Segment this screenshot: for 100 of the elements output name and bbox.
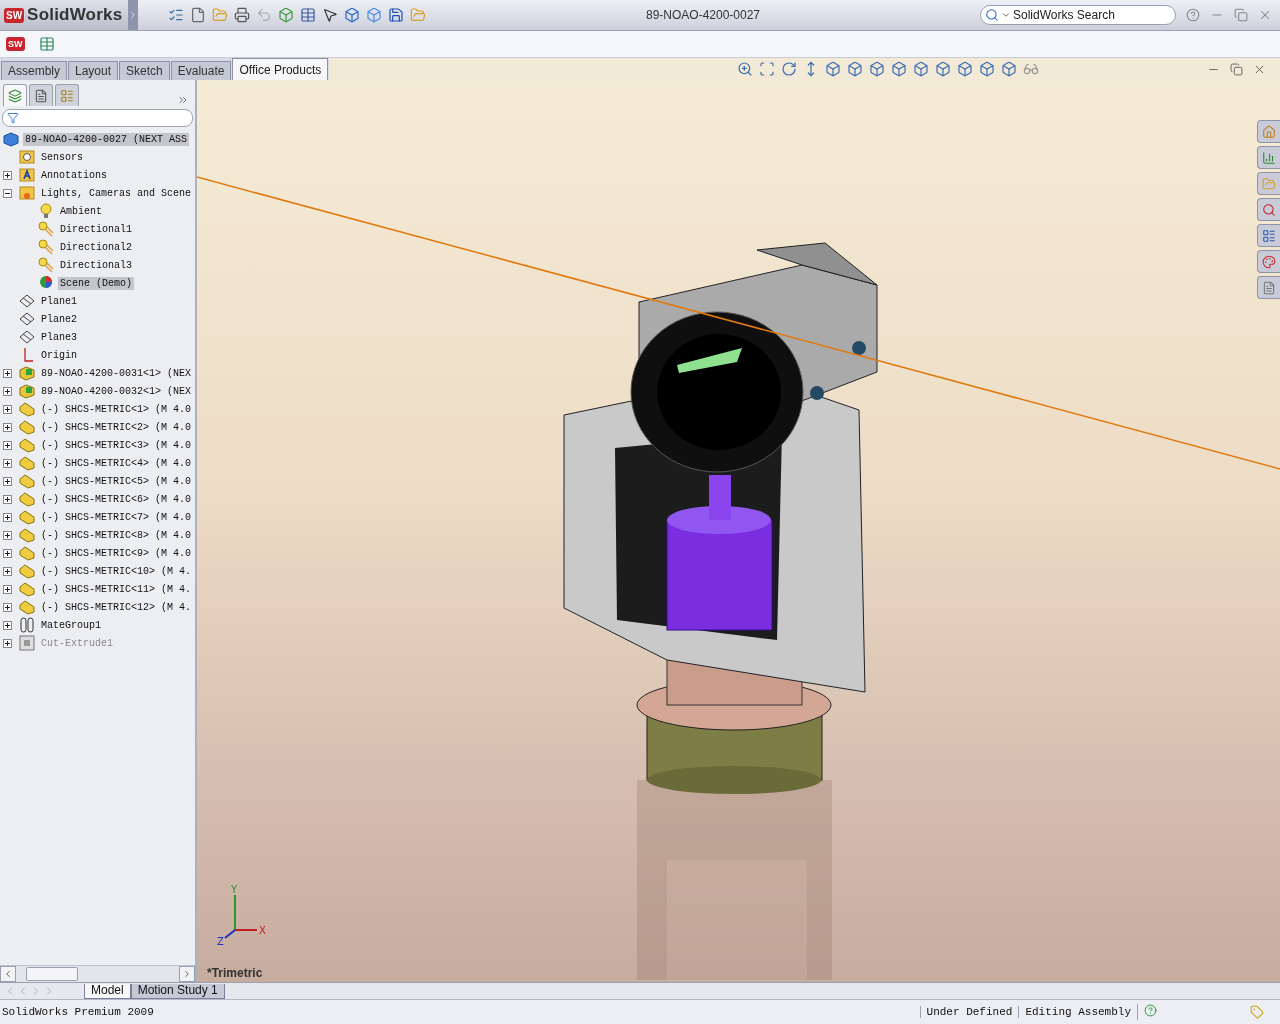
tree-item-label[interactable]: 89-NOAO-4200-0032<1> (NEX [39, 384, 194, 398]
cube-icon[interactable] [891, 61, 908, 77]
tree-item-label[interactable]: Directional1 [58, 222, 134, 236]
options-icon[interactable] [168, 7, 184, 23]
task-pane-tab[interactable] [1257, 250, 1280, 273]
tree-item-label[interactable]: Plane3 [39, 330, 79, 344]
tree-item-label[interactable]: Plane1 [39, 294, 79, 308]
task-pane-tab[interactable] [1257, 198, 1280, 221]
tree-item-label[interactable]: 89-NOAO-4200-0027 (NEXT ASS [23, 132, 190, 146]
tree-item-label[interactable]: (-) SHCS-METRIC<11> (M 4. [39, 582, 194, 596]
save-icon[interactable] [388, 7, 404, 23]
filter-field[interactable] [2, 109, 193, 127]
tree-item-label[interactable]: (-) SHCS-METRIC<3> (M 4.0 [39, 438, 194, 452]
expand-toggle[interactable] [3, 422, 12, 432]
tree-item-label[interactable]: Origin [39, 348, 79, 362]
command-tab[interactable]: Assembly [1, 61, 67, 80]
tree-item-label[interactable]: (-) SHCS-METRIC<5> (M 4.0 [39, 474, 194, 488]
tree-item-label[interactable]: Ambient [58, 204, 104, 218]
tree-item-label[interactable]: MateGroup1 [39, 618, 103, 632]
home-icon[interactable] [1262, 124, 1276, 139]
shaded-cube-icon[interactable] [344, 7, 360, 23]
expand-toggle[interactable] [3, 188, 12, 198]
tree-item-label[interactable]: (-) SHCS-METRIC<1> (M 4.0 [39, 402, 194, 416]
palette-icon[interactable] [1262, 254, 1276, 269]
expand-toggle[interactable] [3, 368, 12, 378]
panel-tab[interactable] [29, 84, 53, 106]
expand-toggle[interactable] [3, 620, 12, 630]
cube-icon[interactable] [869, 61, 886, 77]
caret-icon[interactable] [1001, 10, 1011, 20]
configuration-icon[interactable] [60, 88, 74, 103]
restore-icon[interactable] [1230, 62, 1243, 76]
panel-tab[interactable] [55, 84, 79, 106]
new-file-icon[interactable] [190, 7, 206, 23]
expand-toggle[interactable] [3, 566, 12, 576]
expand-panel-icon[interactable] [177, 94, 189, 106]
tree-item-label[interactable]: Sensors [39, 150, 85, 164]
filter-icon[interactable] [7, 112, 19, 124]
search-icon[interactable] [985, 8, 999, 22]
close-icon[interactable] [1258, 8, 1272, 22]
search-icon[interactable] [1262, 202, 1276, 217]
expand-toggle[interactable] [3, 584, 12, 594]
expand-toggle[interactable] [3, 476, 12, 486]
expand-toggle[interactable] [3, 530, 12, 540]
tree-item-label[interactable]: Annotations [39, 168, 109, 182]
expand-toggle[interactable] [3, 440, 12, 450]
tree-item-label[interactable]: (-) SHCS-METRIC<12> (M 4. [39, 600, 194, 614]
command-tab[interactable]: Layout [68, 61, 119, 80]
cube-icon[interactable] [913, 61, 930, 77]
feature-tree-icon[interactable] [8, 88, 22, 103]
tree-item-label[interactable]: (-) SHCS-METRIC<4> (M 4.0 [39, 456, 194, 470]
table-icon[interactable] [300, 7, 316, 23]
bar-chart-icon[interactable] [1262, 150, 1276, 165]
cube-icon[interactable] [847, 61, 864, 77]
properties-icon[interactable] [34, 88, 48, 103]
rotate-icon[interactable] [781, 61, 798, 77]
print-icon[interactable] [234, 7, 250, 23]
cube-icon[interactable] [825, 61, 842, 77]
tag-icon[interactable] [1250, 1005, 1264, 1019]
graphics-viewport[interactable]: Y X Z *Trimetric [197, 80, 1280, 982]
expand-toggle[interactable] [3, 494, 12, 504]
tree-item-label[interactable]: Scene (Demo) [58, 276, 134, 290]
expand-toggle[interactable] [3, 170, 12, 180]
select-icon[interactable] [322, 7, 338, 23]
search-field[interactable]: SolidWorks Search [980, 5, 1176, 25]
tree-item-label[interactable]: (-) SHCS-METRIC<7> (M 4.0 [39, 510, 194, 524]
tree-item-label[interactable]: Lights, Cameras and Scene [39, 186, 194, 200]
expand-toggle[interactable] [3, 638, 12, 648]
expand-toggle[interactable] [3, 602, 12, 612]
table-icon[interactable] [38, 36, 55, 52]
scrollbar-thumb[interactable] [26, 967, 78, 981]
menu-button[interactable]: SW [6, 37, 25, 51]
tree-item-label[interactable]: (-) SHCS-METRIC<9> (M 4.0 [39, 546, 194, 560]
expand-toggle[interactable] [3, 458, 12, 468]
model-tab[interactable]: Motion Study 1 [130, 983, 225, 999]
tree-item-label[interactable]: (-) SHCS-METRIC<2> (M 4.0 [39, 420, 194, 434]
command-tab[interactable]: Sketch [119, 61, 170, 80]
restore-icon[interactable] [1234, 8, 1248, 22]
expand-toggle[interactable] [3, 404, 12, 414]
panel-tab[interactable] [3, 84, 27, 106]
task-pane-tab[interactable] [1257, 146, 1280, 169]
expand-toggle[interactable] [3, 386, 12, 396]
help-icon[interactable] [1186, 8, 1200, 22]
tree-item-label[interactable]: Plane2 [39, 312, 79, 326]
model-tab[interactable]: Model [84, 983, 131, 999]
tree-item-label[interactable]: 89-NOAO-4200-0031<1> (NEX [39, 366, 194, 380]
layout-icon[interactable] [1262, 228, 1276, 243]
tree-item-label[interactable]: Directional3 [58, 258, 134, 272]
cube-icon[interactable] [935, 61, 952, 77]
cube-icon[interactable] [366, 7, 382, 23]
command-tab[interactable]: Office Products [232, 58, 329, 80]
expand-toggle[interactable] [3, 548, 12, 558]
tree-item-label[interactable]: Directional2 [58, 240, 134, 254]
tree-item-label[interactable]: (-) SHCS-METRIC<6> (M 4.0 [39, 492, 194, 506]
glasses-icon[interactable] [1023, 61, 1040, 77]
task-pane-tab[interactable] [1257, 276, 1280, 299]
tree-item-label[interactable]: (-) SHCS-METRIC<8> (M 4.0 [39, 528, 194, 542]
expand-toggle[interactable] [3, 512, 12, 522]
help-icon[interactable] [1144, 1004, 1157, 1017]
command-tab[interactable]: Evaluate [170, 61, 232, 80]
task-pane-tab[interactable] [1257, 224, 1280, 247]
